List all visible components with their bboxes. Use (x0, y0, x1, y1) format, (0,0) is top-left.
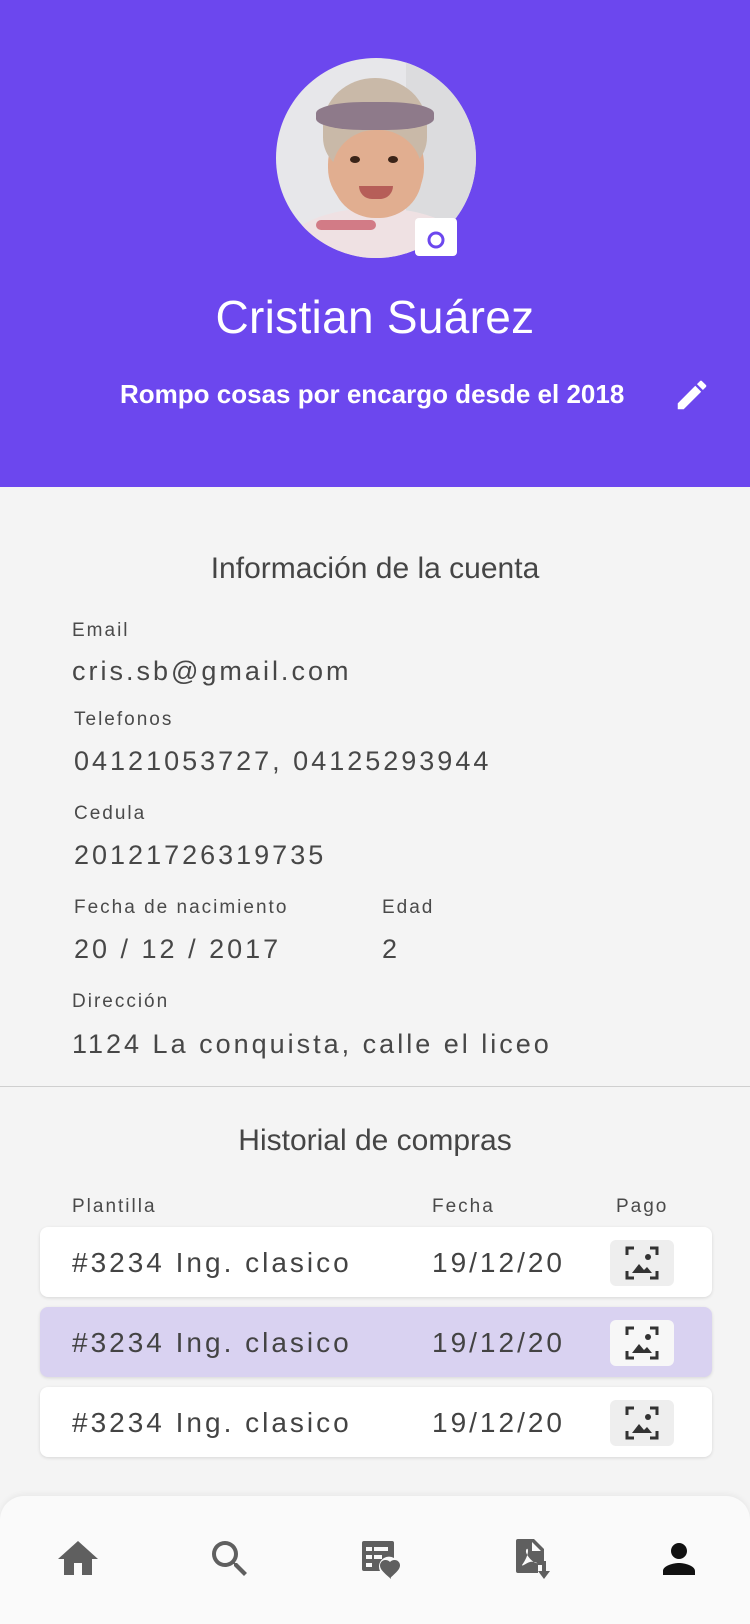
column-header-date: Fecha (432, 1196, 495, 1217)
profile-bio: Rompo cosas por encargo desde el 2018 (120, 379, 625, 409)
image-frame-icon (625, 1246, 659, 1280)
edit-pencil-icon[interactable] (673, 376, 711, 414)
birthdate-label: Fecha de nacimiento (74, 897, 289, 918)
table-row[interactable]: #3234 Ing. clasico 19/12/20 (40, 1227, 712, 1297)
birthdate-value: 20 / 12 / 2017 (74, 934, 282, 964)
row-template: #3234 Ing. clasico (72, 1407, 352, 1438)
section-divider (0, 1086, 750, 1087)
home-icon (58, 1541, 98, 1575)
nav-search[interactable] (205, 1534, 255, 1584)
address-label: Dirección (72, 991, 170, 1012)
row-template: #3234 Ing. clasico (72, 1327, 352, 1358)
table-row[interactable]: #3234 Ing. clasico 19/12/20 (40, 1387, 712, 1457)
account-section-title: Información de la cuenta (210, 552, 540, 585)
payment-receipt-button[interactable] (610, 1320, 674, 1366)
pdf-download-icon (516, 1539, 550, 1579)
email-label: Email (72, 620, 130, 641)
phones-label: Telefonos (74, 709, 174, 730)
row-template: #3234 Ing. clasico (72, 1247, 352, 1278)
history-section-title: Historial de compras (238, 1124, 512, 1157)
age-label: Edad (382, 897, 435, 918)
favorites-list-icon (362, 1541, 400, 1579)
camera-icon (420, 224, 452, 252)
nav-profile[interactable] (654, 1534, 704, 1584)
phones-value: 04121053727, 04125293944 (74, 746, 492, 776)
table-row[interactable]: #3234 Ing. clasico 19/12/20 (40, 1307, 712, 1377)
profile-header: Cristian Suárez Rompo cosas por encargo … (0, 0, 750, 487)
bottom-navigation (0, 1496, 750, 1624)
row-date: 19/12/20 (432, 1247, 565, 1278)
email-value: cris.sb@gmail.com (72, 656, 352, 686)
column-header-template: Plantilla (72, 1196, 157, 1217)
person-icon (663, 1543, 695, 1575)
payment-receipt-button[interactable] (610, 1240, 674, 1286)
id-value: 20121726319735 (74, 840, 327, 870)
change-photo-button[interactable] (415, 218, 457, 256)
profile-name: Cristian Suárez (215, 291, 535, 343)
nav-downloads[interactable] (505, 1534, 555, 1584)
age-value: 2 (382, 934, 401, 964)
column-header-payment: Pago (616, 1196, 669, 1217)
row-date: 19/12/20 (432, 1407, 565, 1438)
search-icon (212, 1541, 247, 1576)
id-label: Cedula (74, 803, 147, 824)
nav-home[interactable] (53, 1534, 103, 1584)
payment-receipt-button[interactable] (610, 1400, 674, 1446)
image-frame-icon (625, 1406, 659, 1440)
row-date: 19/12/20 (432, 1327, 565, 1358)
address-value: 1124 La conquista, calle el liceo (72, 1029, 552, 1059)
image-frame-icon (625, 1326, 659, 1360)
nav-favorites[interactable] (355, 1534, 405, 1584)
